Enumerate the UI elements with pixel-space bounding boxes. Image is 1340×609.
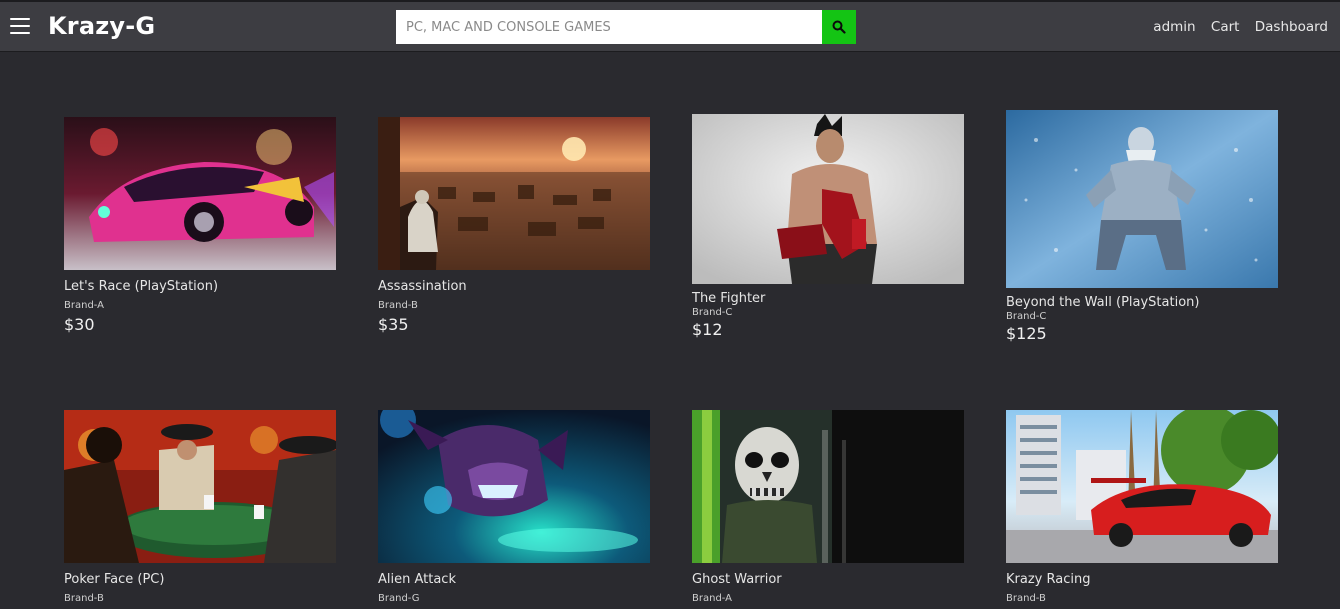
product-brand: Brand-C (692, 307, 733, 318)
site-logo[interactable]: Krazy-G (48, 12, 155, 40)
product-brand: Brand-A (64, 300, 105, 311)
top-navbar: Krazy-G admin Cart Dashboard (0, 0, 1340, 52)
product-card[interactable]: Let's Race (PlayStation) Brand-A $30 (64, 117, 336, 334)
product-price: $125 (1006, 324, 1047, 343)
search-button[interactable] (822, 10, 856, 44)
product-brand: Brand-G (378, 593, 420, 604)
product-title[interactable]: Krazy Racing (1006, 572, 1278, 587)
product-image[interactable] (64, 117, 336, 270)
search-input[interactable] (396, 10, 822, 44)
product-brand: Brand-C (1006, 311, 1047, 322)
product-image[interactable] (64, 410, 336, 563)
nav-link-cart[interactable]: Cart (1211, 19, 1240, 35)
search-icon (832, 20, 846, 34)
product-card[interactable]: The Fighter Brand-C $12 (692, 114, 964, 339)
product-title[interactable]: Beyond the Wall (PlayStation) (1006, 295, 1278, 310)
product-title[interactable]: Let's Race (PlayStation) (64, 279, 336, 294)
nav-link-dashboard[interactable]: Dashboard (1255, 19, 1328, 35)
product-brand: Brand-B (378, 300, 418, 311)
product-image[interactable] (1006, 410, 1278, 563)
product-title[interactable]: Alien Attack (378, 572, 650, 587)
product-price: $12 (692, 320, 723, 339)
product-price: $35 (378, 315, 409, 334)
product-card[interactable]: Krazy Racing Brand-B (1006, 410, 1278, 604)
product-image[interactable] (692, 410, 964, 563)
product-card[interactable]: Ghost Warrior Brand-A (692, 410, 964, 604)
product-brand: Brand-B (64, 593, 104, 604)
product-brand: Brand-B (1006, 593, 1046, 604)
product-title[interactable]: Poker Face (PC) (64, 572, 336, 587)
product-card[interactable]: Poker Face (PC) Brand-B (64, 410, 336, 604)
product-title[interactable]: Assassination (378, 279, 650, 294)
product-image[interactable] (378, 410, 650, 563)
product-brand: Brand-A (692, 593, 733, 604)
product-image[interactable] (1006, 110, 1278, 288)
nav-link-admin[interactable]: admin (1153, 19, 1195, 35)
hamburger-menu-icon[interactable] (10, 17, 30, 35)
product-card[interactable]: Alien Attack Brand-G (378, 410, 650, 604)
product-title[interactable]: The Fighter (692, 291, 964, 306)
nav-links: admin Cart Dashboard (1142, 19, 1328, 35)
search-form (396, 10, 856, 44)
product-card[interactable]: Beyond the Wall (PlayStation) Brand-C $1… (1006, 110, 1278, 343)
product-price: $30 (64, 315, 95, 334)
product-card[interactable]: Assassination Brand-B $35 (378, 117, 650, 334)
product-image[interactable] (378, 117, 650, 270)
product-image[interactable] (692, 114, 964, 284)
product-title[interactable]: Ghost Warrior (692, 572, 964, 587)
